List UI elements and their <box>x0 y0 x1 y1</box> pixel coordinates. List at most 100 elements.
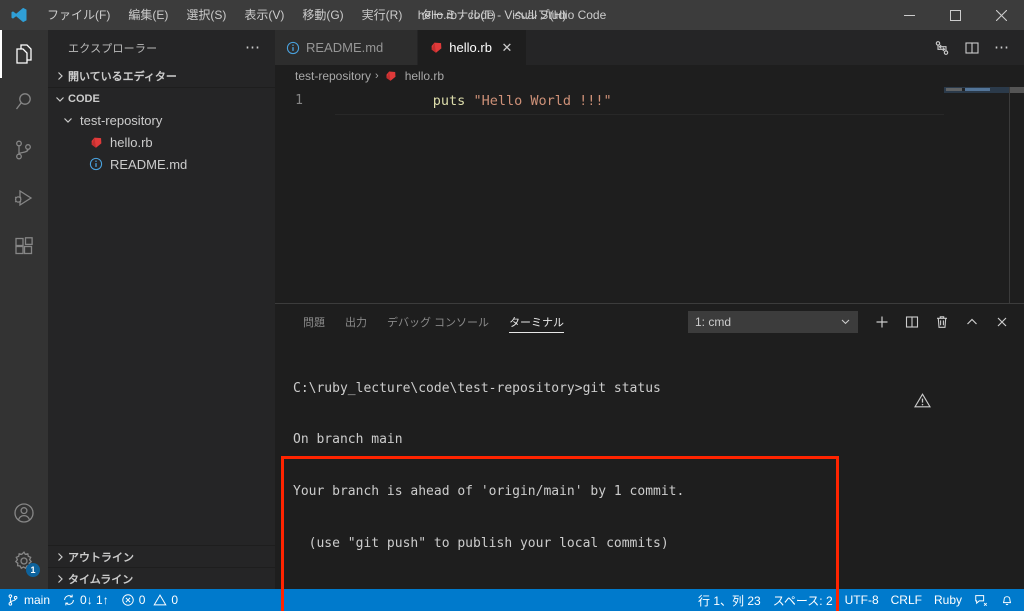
terminal-selector[interactable]: 1: cmd <box>688 310 858 333</box>
menu-go[interactable]: 移動(G) <box>293 0 352 30</box>
tree-item-readme-md[interactable]: README.md <box>48 153 275 175</box>
minimap-decoration-rule <box>1009 87 1010 303</box>
maximize-panel-button[interactable] <box>958 308 986 336</box>
extensions-icon <box>12 234 36 258</box>
activity-account[interactable] <box>0 489 48 537</box>
ruby-file-icon <box>428 40 444 56</box>
sidebar-header: エクスプローラー ⋯ <box>48 30 275 65</box>
activity-extensions[interactable] <box>0 222 48 270</box>
markdown-info-icon <box>88 156 104 172</box>
chevron-down-icon <box>52 94 68 104</box>
more-actions-button[interactable]: ⋯ <box>988 34 1016 62</box>
new-terminal-button[interactable] <box>868 308 896 336</box>
split-terminal-button[interactable] <box>898 308 926 336</box>
activity-manage[interactable]: 1 <box>0 537 48 585</box>
terminal-command: git status <box>582 380 661 396</box>
menu-view[interactable]: 表示(V) <box>235 0 293 30</box>
menu-help[interactable]: ヘルプ(H) <box>505 0 576 30</box>
status-problems[interactable]: 0 0 <box>115 589 184 611</box>
status-branch[interactable]: main <box>0 589 56 611</box>
breadcrumb-file[interactable]: hello.rb <box>383 68 444 84</box>
breadcrumb-separator-icon: › <box>375 70 379 82</box>
menu-edit[interactable]: 編集(E) <box>119 0 177 30</box>
status-notifications[interactable] <box>994 589 1020 611</box>
status-branch-label: main <box>24 593 51 607</box>
status-error-count: 0 <box>138 593 146 607</box>
minimize-button[interactable] <box>886 0 932 30</box>
section-folder[interactable]: CODE <box>48 87 275 109</box>
status-sync[interactable]: 0↓ 1↑ <box>56 589 115 611</box>
explorer-files-icon <box>12 42 36 66</box>
menu-file[interactable]: ファイル(F) <box>38 0 119 30</box>
menu-selection[interactable]: 選択(S) <box>177 0 235 30</box>
split-editor-button[interactable] <box>958 34 986 62</box>
kill-terminal-button[interactable] <box>928 308 956 336</box>
chevron-right-icon <box>52 552 68 562</box>
tab-readme-md[interactable]: README.md ✕ <box>275 30 419 65</box>
status-indentation[interactable]: スペース: 2 <box>767 589 839 611</box>
search-icon <box>12 90 36 114</box>
tab-debug-console[interactable]: デバッグ コンソール <box>377 304 499 339</box>
vscode-window: ファイル(F) 編集(E) 選択(S) 表示(V) 移動(G) 実行(R) ター… <box>0 0 1024 611</box>
tab-close-icon[interactable]: ✕ <box>498 39 516 57</box>
maximize-button[interactable] <box>932 0 978 30</box>
tab-label: hello.rb <box>449 40 492 55</box>
code-token-keyword: puts <box>432 92 466 109</box>
close-panel-button[interactable] <box>988 308 1016 336</box>
menu-run[interactable]: 実行(R) <box>353 0 412 30</box>
timeline-label: タイムライン <box>68 573 134 586</box>
chevron-right-icon <box>52 574 68 584</box>
terminal-line: (use "git push" to publish your local co… <box>293 536 669 552</box>
tab-terminal[interactable]: ターミナル <box>499 304 574 339</box>
code-editor[interactable]: 1 puts "Hello World !!!" <box>275 87 1024 303</box>
editor-scrollbar[interactable] <box>1010 87 1024 93</box>
close-button[interactable] <box>978 0 1024 30</box>
tab-hello-rb[interactable]: hello.rb ✕ <box>418 30 527 65</box>
breadcrumb: test-repository › hello.rb <box>275 65 1024 87</box>
minimap-code-line <box>946 88 990 91</box>
run-and-debug-icon <box>12 186 36 210</box>
section-open-editors[interactable]: 開いているエディター <box>48 65 275 87</box>
activity-search[interactable] <box>0 78 48 126</box>
split-editor-icon <box>964 40 980 56</box>
source-control-branch-icon <box>6 593 20 607</box>
code-content[interactable]: 1 puts "Hello World !!!" <box>275 87 944 303</box>
split-terminal-icon <box>904 314 920 330</box>
menu-terminal[interactable]: ターミナル(T) <box>411 0 504 30</box>
activity-source-control[interactable] <box>0 126 48 174</box>
breadcrumb-label: test-repository <box>295 69 372 83</box>
tree-item-hello-rb[interactable]: hello.rb <box>48 131 275 153</box>
title-bar: ファイル(F) 編集(E) 選択(S) 表示(V) 移動(G) 実行(R) ター… <box>0 0 1024 30</box>
menu-bar: ファイル(F) 編集(E) 選択(S) 表示(V) 移動(G) 実行(R) ター… <box>38 0 575 30</box>
activity-explorer[interactable] <box>0 30 48 78</box>
tab-output[interactable]: 出力 <box>335 304 377 339</box>
status-eol[interactable]: CRLF <box>885 589 928 611</box>
account-icon <box>12 501 36 525</box>
ruby-file-icon <box>88 134 104 150</box>
status-feedback[interactable] <box>968 589 994 611</box>
chevron-down-icon <box>60 115 76 125</box>
status-cursor-position[interactable]: 行 1、列 23 <box>692 589 767 611</box>
minimap[interactable] <box>944 87 1024 303</box>
open-changes-button[interactable] <box>928 34 956 62</box>
tree-item-label: README.md <box>110 156 188 172</box>
section-outline[interactable]: アウトライン <box>48 545 275 567</box>
tab-label: README.md <box>306 40 384 55</box>
breadcrumb-folder[interactable]: test-repository <box>295 69 371 83</box>
markdown-info-icon <box>285 40 301 56</box>
status-language-mode[interactable]: Ruby <box>928 589 968 611</box>
tab-problems[interactable]: 問題 <box>293 304 335 339</box>
open-editors-label: 開いているエディター <box>68 71 177 83</box>
terminal-output[interactable]: C:\ruby_lecture\code\test-repository>git… <box>275 339 1024 589</box>
activity-run-debug[interactable] <box>0 174 48 222</box>
bell-icon <box>1000 593 1014 607</box>
feedback-icon <box>974 593 988 607</box>
section-timeline[interactable]: タイムライン <box>48 567 275 589</box>
tree-item-test-repository[interactable]: test-repository <box>48 109 275 131</box>
ellipsis-icon[interactable]: ⋯ <box>239 40 267 55</box>
close-icon <box>994 314 1010 330</box>
status-encoding[interactable]: UTF-8 <box>839 589 885 611</box>
tree-item-label: hello.rb <box>110 134 153 150</box>
terminal-prompt: C:\ruby_lecture\code\test-repository> <box>293 380 583 396</box>
